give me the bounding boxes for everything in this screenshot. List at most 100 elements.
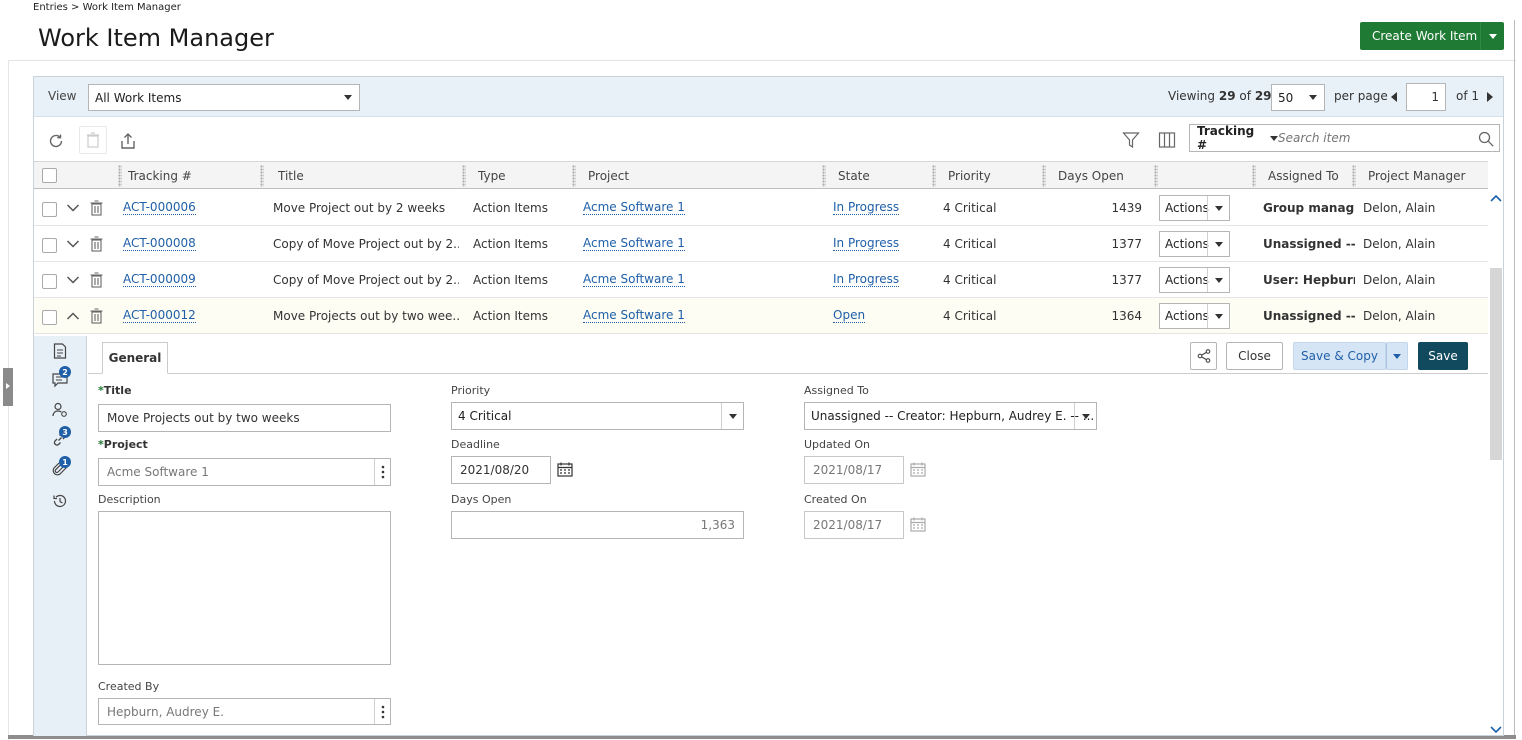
column-header-priority[interactable]: Priority [948, 162, 991, 190]
tracking-link[interactable]: ACT-000009 [123, 272, 196, 287]
trash-icon[interactable] [88, 307, 104, 325]
row-checkbox[interactable] [42, 202, 57, 217]
actions-dropdown[interactable]: Actions [1159, 267, 1230, 293]
state-link[interactable]: Open [833, 308, 866, 323]
row-type: Action Items [473, 308, 548, 323]
actions-dropdown[interactable]: Actions [1159, 195, 1230, 221]
document-icon[interactable] [51, 342, 69, 360]
chevron-down-icon[interactable] [65, 200, 81, 216]
previous-page-icon[interactable] [1388, 90, 1400, 104]
created-by-field[interactable]: Hepburn, Audrey E. [98, 698, 391, 725]
scroll-up-icon[interactable] [1489, 192, 1502, 204]
viewing-of-label: of [1239, 89, 1251, 103]
row-days-open: 1364 [1111, 308, 1142, 323]
column-header-assigned-to[interactable]: Assigned To [1268, 162, 1339, 190]
row-priority: 4 Critical [943, 200, 997, 215]
table-row[interactable]: ACT-000008 Copy of Move Project out by 2… [34, 226, 1488, 262]
project-field[interactable]: Acme Software 1 [98, 458, 391, 486]
refresh-icon[interactable] [45, 130, 67, 152]
priority-select[interactable]: 4 Critical [451, 402, 744, 430]
user-role-icon[interactable] [51, 401, 69, 419]
column-header-days-open[interactable]: Days Open [1058, 162, 1124, 190]
chevron-up-icon[interactable] [65, 308, 81, 324]
select-all-checkbox[interactable] [42, 168, 57, 183]
page-number-input[interactable]: 1 [1406, 83, 1446, 111]
project-link[interactable]: Acme Software 1 [583, 200, 685, 215]
delete-icon[interactable] [79, 126, 107, 154]
detail-side-nav [34, 336, 87, 736]
calendar-icon[interactable] [556, 460, 574, 478]
next-page-icon[interactable] [1484, 90, 1496, 104]
calendar-icon [909, 515, 927, 533]
assigned-to-field-label: Assigned To [804, 384, 869, 397]
export-icon[interactable] [117, 130, 139, 152]
breadcrumb[interactable]: Entries > Work Item Manager [33, 2, 181, 13]
save-copy-menu-button[interactable] [1386, 342, 1408, 370]
state-link[interactable]: In Progress [833, 272, 900, 287]
row-checkbox[interactable] [42, 238, 57, 253]
column-header-type[interactable]: Type [478, 162, 506, 190]
per-page-select[interactable]: 50 [1271, 84, 1325, 111]
save-copy-button[interactable]: Save & Copy [1293, 342, 1386, 370]
more-options-icon[interactable] [374, 699, 390, 724]
table-row[interactable]: ACT-000009 Copy of Move Project out by 2… [34, 262, 1488, 298]
share-button[interactable] [1190, 342, 1217, 370]
row-days-open: 1377 [1111, 272, 1142, 287]
search-field-label: Tracking # [1197, 124, 1255, 152]
table-row[interactable]: ACT-000006 Move Project out by 2 weeks A… [34, 190, 1488, 226]
actions-dropdown[interactable]: Actions [1159, 231, 1230, 257]
search-icon[interactable] [1477, 130, 1495, 148]
updated-on-field: 2021/08/17 [804, 456, 904, 484]
column-header-project-manager[interactable]: Project Manager [1368, 162, 1465, 190]
more-options-icon[interactable] [374, 459, 390, 485]
chevron-down-icon [1207, 304, 1229, 328]
row-checkbox[interactable] [42, 310, 57, 325]
filter-icon[interactable] [1121, 130, 1141, 150]
search-input[interactable] [1278, 131, 1468, 145]
row-type: Action Items [473, 236, 548, 251]
column-header-state[interactable]: State [838, 162, 870, 190]
tracking-link[interactable]: ACT-000012 [123, 308, 196, 323]
create-work-item-button[interactable]: Create Work Item [1360, 22, 1504, 50]
chevron-down-icon [1207, 196, 1229, 220]
view-select[interactable]: All Work Items [88, 84, 360, 111]
project-link[interactable]: Acme Software 1 [583, 308, 685, 323]
tracking-link[interactable]: ACT-000008 [123, 236, 196, 251]
trash-icon[interactable] [88, 271, 104, 289]
chevron-right-icon [3, 380, 13, 392]
actions-dropdown[interactable]: Actions [1159, 303, 1230, 329]
trash-icon[interactable] [88, 199, 104, 217]
tab-general[interactable]: General [102, 342, 168, 374]
deadline-field[interactable]: 2021/08/20 [451, 456, 551, 484]
scrollbar-thumb[interactable] [1490, 268, 1502, 460]
row-assigned-to: Unassigned --... [1263, 236, 1355, 251]
save-button[interactable]: Save [1418, 342, 1468, 370]
created-on-field: 2021/08/17 [804, 511, 904, 539]
close-button[interactable]: Close [1226, 342, 1283, 370]
scroll-down-icon[interactable] [1489, 724, 1502, 736]
title-field[interactable]: Move Projects out by two weeks [98, 404, 391, 432]
description-textarea[interactable] [98, 511, 391, 665]
chevron-down-icon[interactable] [65, 272, 81, 288]
trash-icon[interactable] [88, 235, 104, 253]
state-link[interactable]: In Progress [833, 236, 900, 251]
row-checkbox[interactable] [42, 274, 57, 289]
history-icon[interactable] [51, 492, 69, 510]
create-work-item-menu-button[interactable] [1480, 22, 1504, 50]
project-link[interactable]: Acme Software 1 [583, 272, 685, 287]
chevron-down-icon [1207, 232, 1229, 256]
chevron-down-icon[interactable] [65, 236, 81, 252]
search-field-select[interactable]: Tracking # [1190, 124, 1278, 152]
table-row-selected[interactable]: ACT-000012 Move Projects out by two wee.… [34, 298, 1488, 334]
column-header-project[interactable]: Project [588, 162, 629, 190]
per-page-value: 50 [1278, 90, 1294, 105]
assigned-to-select[interactable]: Unassigned -- Creator: Hepburn, Audrey E… [804, 402, 1097, 430]
state-link[interactable]: In Progress [833, 200, 900, 215]
columns-icon[interactable] [1157, 130, 1177, 150]
row-title: Move Projects out by two wee... [273, 308, 459, 323]
project-link[interactable]: Acme Software 1 [583, 236, 685, 251]
header-divider [8, 60, 1516, 61]
column-header-title[interactable]: Title [278, 162, 304, 190]
column-header-tracking[interactable]: Tracking # [128, 162, 192, 190]
tracking-link[interactable]: ACT-000006 [123, 200, 196, 215]
